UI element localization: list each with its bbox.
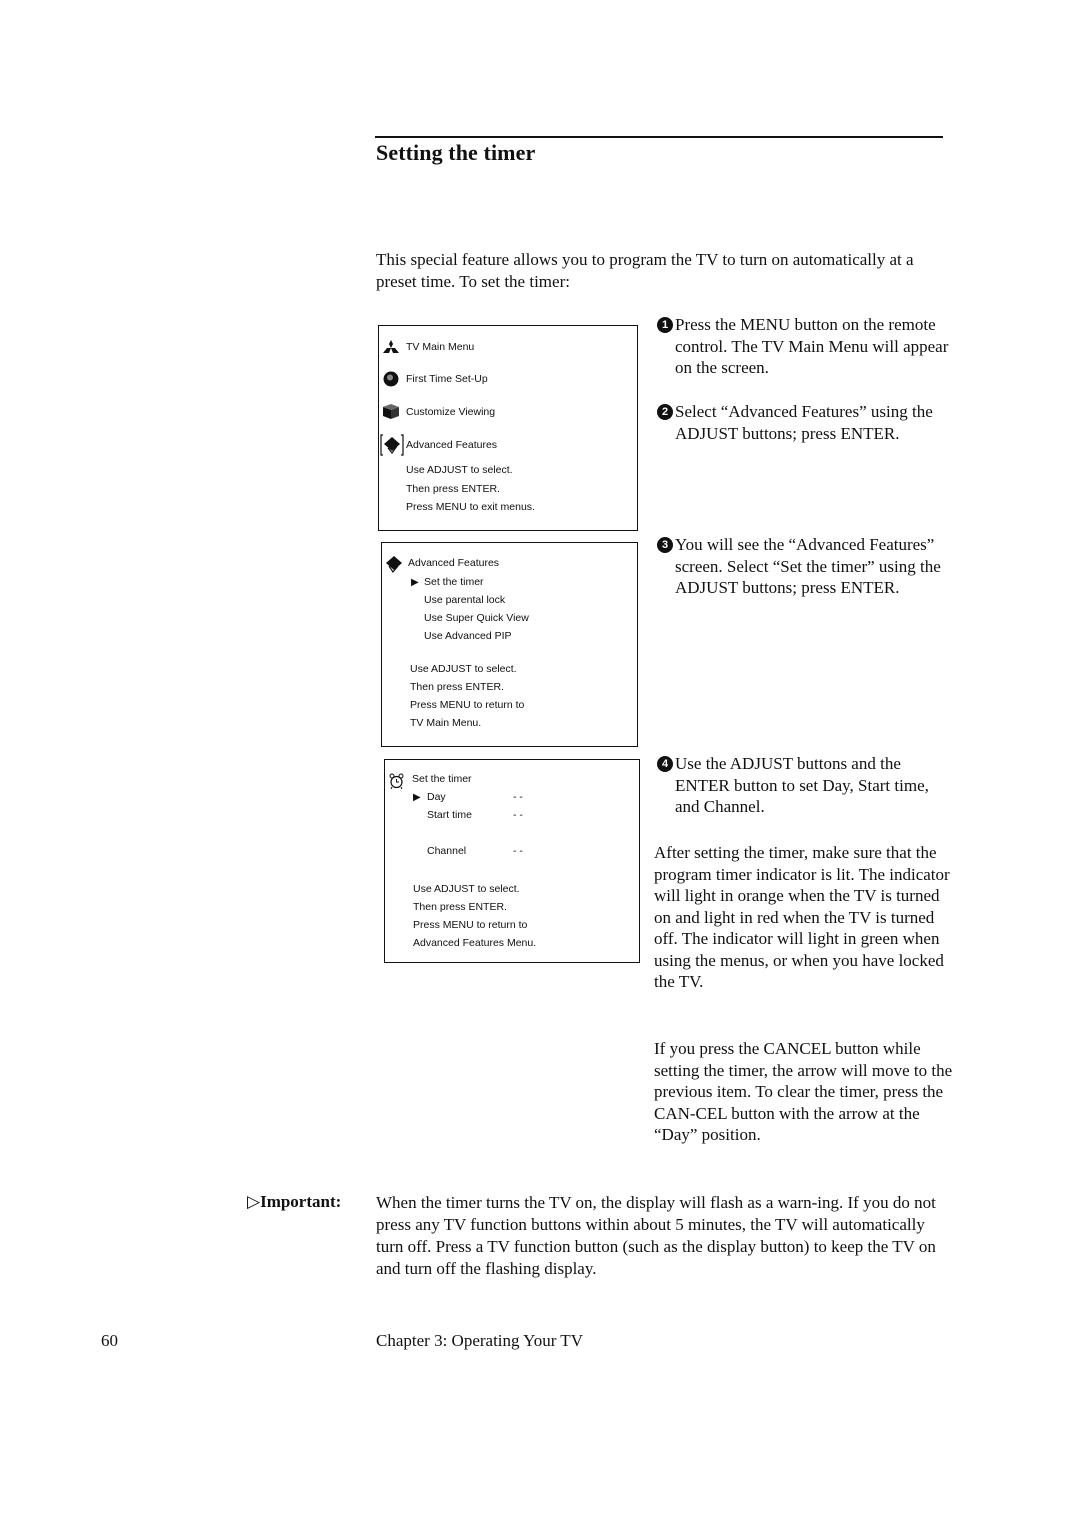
menu-item-customize-viewing[interactable]: Customize Viewing — [406, 406, 495, 418]
instruction-line: Use ADJUST to select. — [410, 663, 517, 675]
tv-main-menu-screen: TV Main Menu First Time Set-Up Customize… — [378, 325, 638, 531]
instruction-line: Then press ENTER. — [413, 901, 507, 913]
field-start-time-label[interactable]: Start time — [427, 809, 472, 821]
globe-icon — [383, 371, 399, 387]
menu-item-advanced-features[interactable]: Advanced Features — [406, 439, 497, 451]
advanced-features-screen: Advanced Features ▶ Set the timer Use pa… — [381, 542, 638, 747]
instruction-line: Use ADJUST to select. — [413, 883, 520, 895]
page-title: Setting the timer — [376, 140, 536, 165]
step-1: 1 Press the MENU button on the remote co… — [657, 314, 952, 379]
step-number-badge: 1 — [657, 317, 673, 333]
field-start-time-value[interactable]: - - — [513, 809, 523, 821]
important-label: ▷Important: — [247, 1192, 341, 1212]
step-3: 3 You will see the “Advanced Features” s… — [657, 534, 952, 599]
menu-item-parental-lock[interactable]: Use parental lock — [424, 594, 505, 606]
intro-paragraph: This special feature allows you to progr… — [376, 250, 914, 291]
field-channel-label[interactable]: Channel — [427, 845, 466, 857]
diamond-icon — [380, 434, 404, 456]
step-text: Select “Advanced Features” using the ADJ… — [675, 402, 933, 443]
important-label-text: Important: — [260, 1192, 342, 1211]
instruction-line: TV Main Menu. — [410, 717, 482, 729]
instruction-line: Press MENU to return to — [413, 919, 528, 931]
chapter-footer: Chapter 3: Operating Your TV — [376, 1331, 583, 1350]
step-number-badge: 3 — [657, 537, 673, 553]
menu-item-set-timer[interactable]: Set the timer — [424, 576, 484, 588]
triangle-marker-icon: ▷ — [247, 1192, 261, 1211]
diamond-icon — [386, 556, 402, 573]
field-day-label[interactable]: Day — [427, 791, 446, 803]
field-channel-value[interactable]: - - — [513, 845, 523, 857]
instruction-line: Press MENU to return to — [410, 699, 525, 711]
menu-title: TV Main Menu — [406, 341, 475, 353]
field-day-value[interactable]: - - — [513, 791, 523, 803]
instruction-line: Then press ENTER. — [406, 483, 500, 495]
selection-arrow-icon: ▶ — [413, 792, 421, 803]
screen-title: Advanced Features — [408, 557, 500, 569]
instruction-line: Use ADJUST to select. — [406, 464, 513, 476]
important-note: When the timer turns the TV on, the disp… — [376, 1193, 936, 1278]
section-rule — [375, 136, 943, 138]
step-text: You will see the “Advanced Features” scr… — [675, 535, 941, 597]
menu-item-first-time-setup[interactable]: First Time Set-Up — [406, 373, 488, 385]
page-number: 60 — [101, 1331, 118, 1350]
cube-icon — [383, 404, 399, 419]
step-number-badge: 2 — [657, 404, 673, 420]
cancel-paragraph: If you press the CANCEL button while set… — [654, 1039, 953, 1144]
step-text: Press the MENU button on the remote cont… — [675, 315, 949, 377]
indicator-paragraph: After setting the timer, make sure that … — [654, 843, 950, 991]
step-text: Use the ADJUST buttons and the ENTER but… — [675, 754, 929, 816]
alarm-clock-icon — [389, 773, 404, 789]
menu-item-advanced-pip[interactable]: Use Advanced PIP — [424, 630, 512, 642]
set-timer-screen: Set the timer ▶ Day - - Start time - - C… — [384, 759, 640, 963]
logo-icon — [383, 340, 399, 353]
instruction-line: Advanced Features Menu. — [413, 937, 537, 949]
step-number-badge: 4 — [657, 756, 673, 772]
step-4: 4 Use the ADJUST buttons and the ENTER b… — [657, 753, 952, 818]
screen-title: Set the timer — [412, 773, 472, 785]
step-2: 2 Select “Advanced Features” using the A… — [657, 401, 952, 444]
selection-arrow-icon: ▶ — [411, 577, 419, 588]
menu-item-super-quick-view[interactable]: Use Super Quick View — [424, 612, 529, 624]
instruction-line: Then press ENTER. — [410, 681, 504, 693]
instruction-line: Press MENU to exit menus. — [406, 501, 535, 513]
